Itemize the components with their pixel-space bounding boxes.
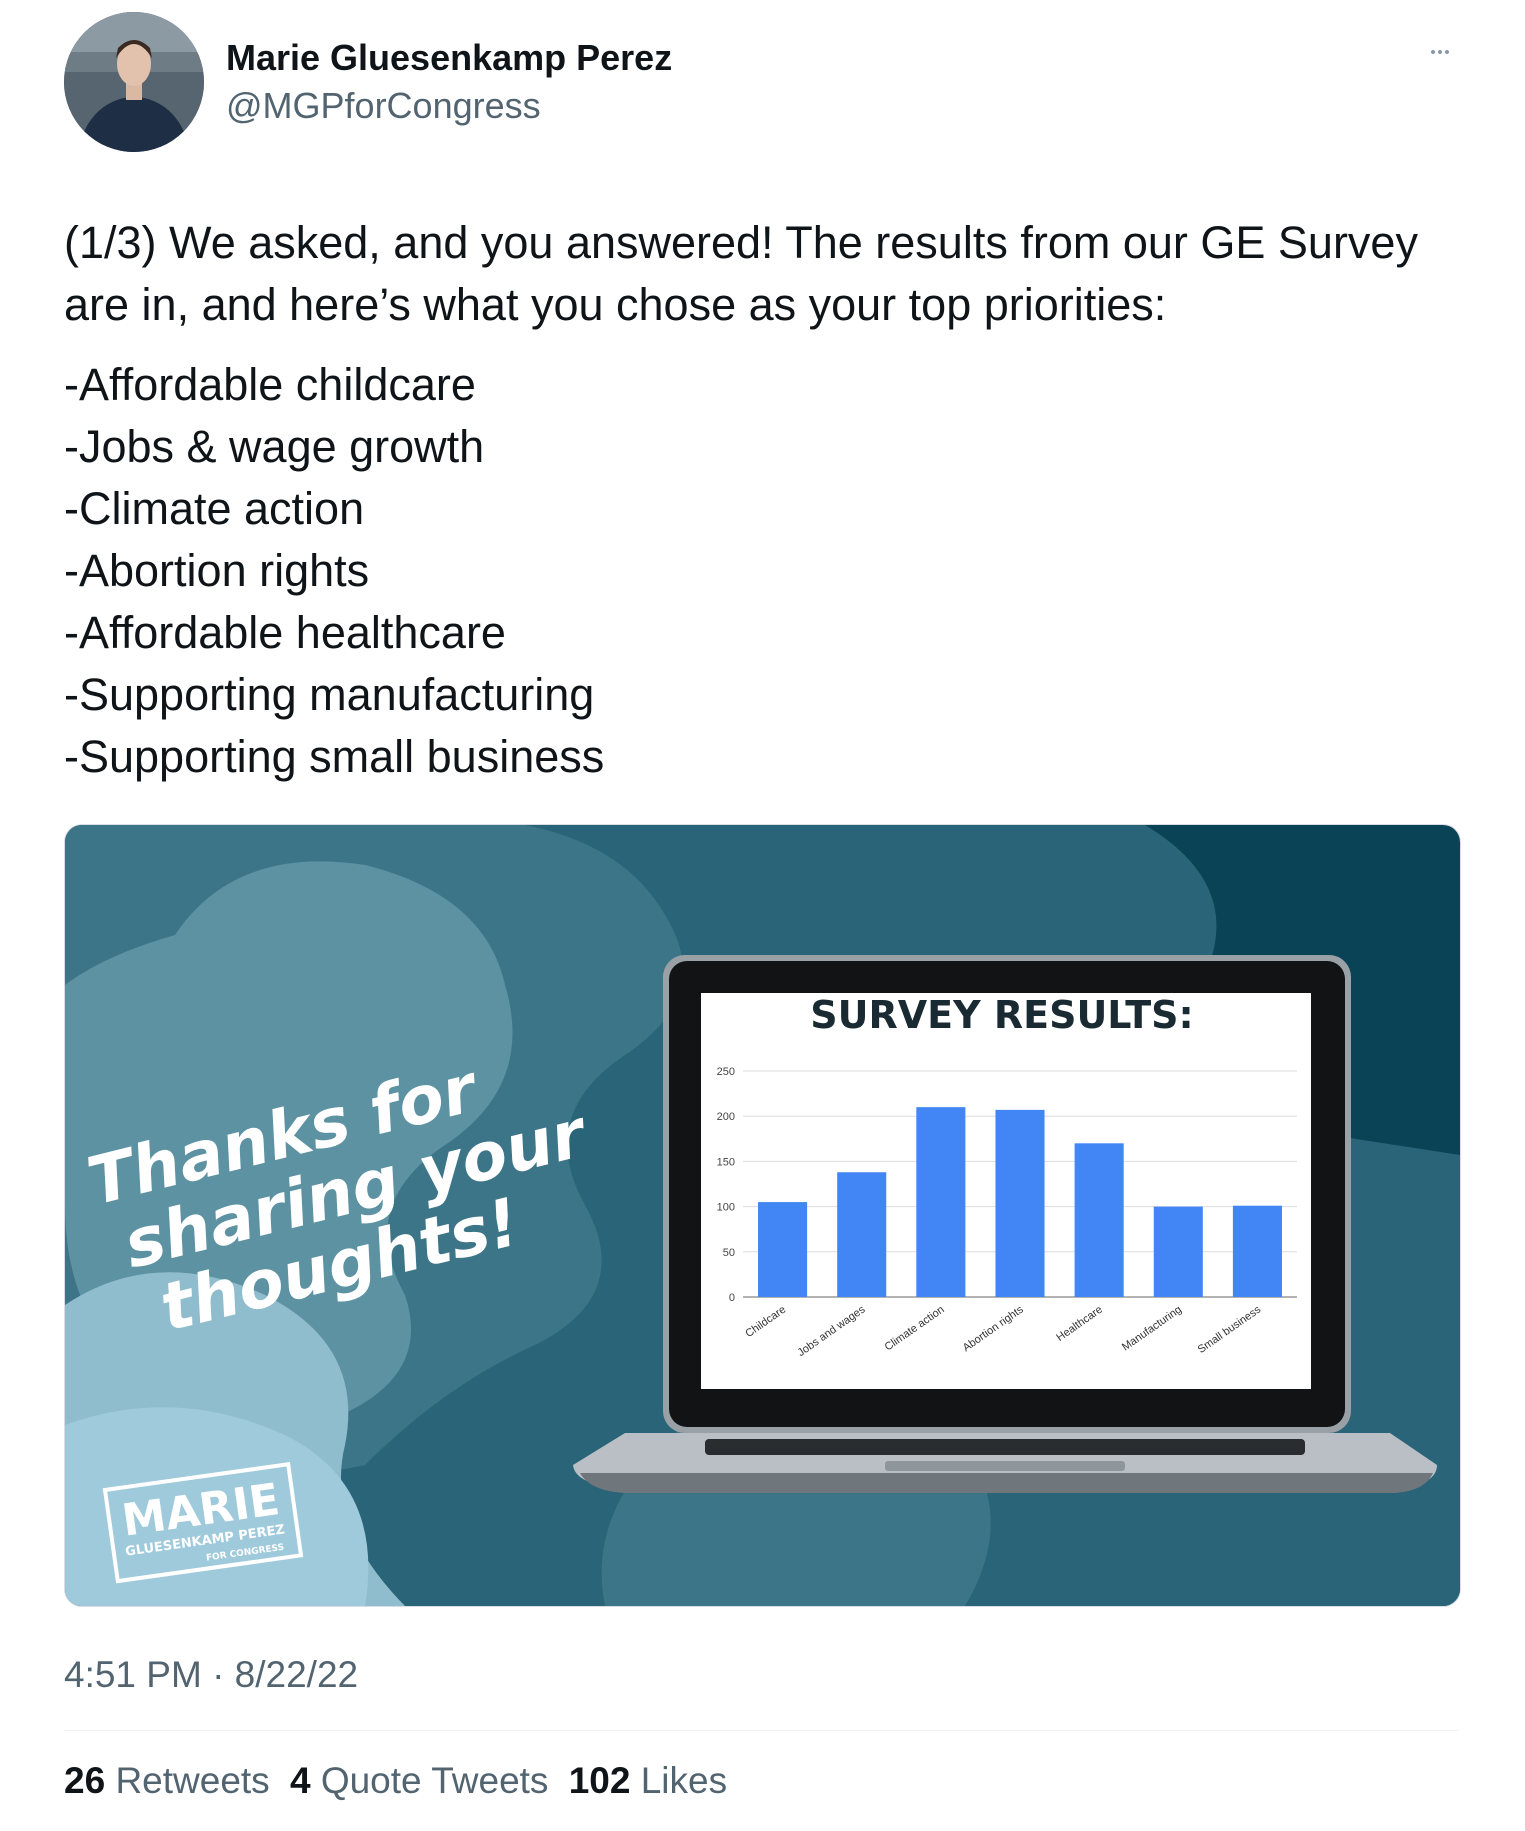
y-tick-label: 50	[723, 1247, 735, 1259]
bar-manufacturing	[1153, 1206, 1203, 1297]
author-name[interactable]: Marie Gluesenkamp Perez	[226, 36, 672, 80]
bar-small-business	[1232, 1205, 1282, 1297]
bar-abortion-rights	[995, 1109, 1045, 1297]
priorities-list: -Affordable childcare -Jobs & wage growt…	[64, 354, 604, 788]
stat-retweets[interactable]: 26 Retweets	[64, 1760, 290, 1801]
more-dots-icon[interactable]	[1431, 42, 1459, 62]
bar-healthcare	[1074, 1143, 1124, 1297]
chart-title: SURVEY RESULTS:	[810, 993, 1193, 1037]
list-item: -Jobs & wage growth	[64, 421, 485, 472]
timestamp[interactable]: 4:51 PM · 8/22/22	[64, 1654, 358, 1696]
stat-label: Likes	[640, 1760, 728, 1801]
laptop-trackpad	[885, 1461, 1125, 1471]
y-tick-label: 200	[717, 1111, 735, 1123]
stat-likes[interactable]: 102 Likes	[569, 1760, 737, 1801]
list-item: -Supporting small business	[64, 731, 605, 782]
engagement-stats: 26 Retweets 4 Quote Tweets 102 Likes	[64, 1760, 737, 1802]
y-tick-label: 100	[717, 1202, 735, 1214]
tweet-text: (1/3) We asked, and you answered! The re…	[64, 217, 1418, 330]
stat-quote-tweets[interactable]: 4 Quote Tweets	[290, 1760, 569, 1801]
bar-climate-action	[916, 1107, 966, 1297]
divider	[64, 1730, 1459, 1731]
stat-label: Quote Tweets	[320, 1760, 549, 1801]
y-tick-label: 150	[717, 1156, 735, 1168]
laptop-keyboard	[705, 1439, 1305, 1455]
author-block: Marie Gluesenkamp Perez @MGPforCongress	[226, 36, 672, 128]
avatar[interactable]	[64, 12, 204, 152]
stat-count: 26	[64, 1760, 106, 1801]
bar-jobs-and-wages	[837, 1172, 887, 1297]
list-item: -Affordable childcare	[64, 359, 476, 410]
list-item: -Supporting manufacturing	[64, 669, 595, 720]
avatar-photo	[64, 12, 204, 152]
tweet-image[interactable]: Thanks for sharing your thoughts! MARIE …	[64, 824, 1461, 1607]
y-tick-label: 0	[729, 1292, 735, 1304]
stat-label: Retweets	[115, 1760, 270, 1801]
y-tick-label: 250	[717, 1066, 735, 1078]
list-item: -Affordable healthcare	[64, 607, 506, 658]
stat-count: 4	[289, 1760, 311, 1801]
bar-childcare	[758, 1202, 808, 1297]
laptop-edge	[580, 1473, 1433, 1493]
author-handle[interactable]: @MGPforCongress	[226, 84, 672, 128]
survey-graphic: Thanks for sharing your thoughts! MARIE …	[65, 825, 1460, 1606]
stat-count: 102	[568, 1760, 631, 1801]
list-item: -Climate action	[64, 483, 365, 534]
list-item: -Abortion rights	[64, 545, 370, 596]
